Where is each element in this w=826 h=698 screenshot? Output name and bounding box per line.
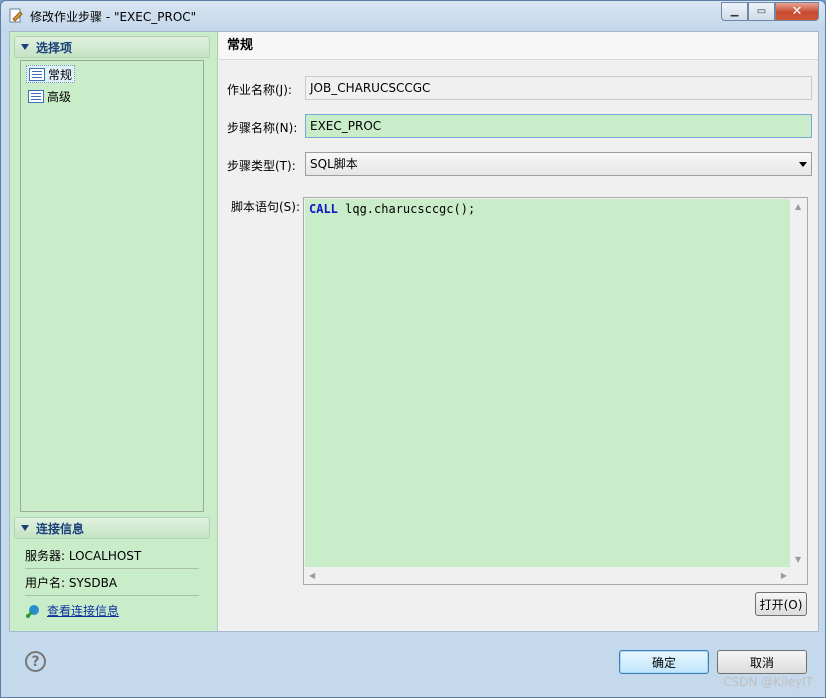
left-pane: 选择项 常规 高级 连接信息 服务器: LOCALHOST 用户名: SYSDB… [10,32,218,631]
scroll-left-icon[interactable]: ◀ [309,571,315,580]
step-name-input[interactable]: EXEC_PROC [305,114,812,138]
connection-icon [25,604,39,618]
tree-item-advanced[interactable]: 高级 [26,87,73,105]
edit-document-icon [9,8,23,23]
options-header-label: 选择项 [36,40,73,55]
scroll-right-icon[interactable]: ▶ [781,571,787,580]
watermark: CSDN @KileyIT [723,675,813,689]
collapse-triangle-icon [21,525,29,531]
title-bar[interactable]: 修改作业步骤 - "EXEC_PROC" ▁ ▭ ✕ [1,1,825,31]
user-info: 用户名: SYSDBA [25,569,199,596]
script-textarea[interactable]: CALL lqg.charucsccgc(); [305,199,791,567]
step-type-select[interactable]: SQL脚本 [305,152,812,176]
maximize-button[interactable]: ▭ [748,2,775,21]
page-icon [28,89,44,103]
page-icon [29,67,45,81]
window-title: 修改作业步骤 - "EXEC_PROC" [30,10,197,24]
script-editor: CALL lqg.charucsccgc(); ▲ ▼ ◀ ▶ [303,197,808,585]
view-connection-label: 查看连接信息 [47,604,120,618]
step-type-value: SQL脚本 [310,157,358,171]
tree-item-label: 常规 [48,67,73,82]
scroll-up-icon[interactable]: ▲ [795,202,801,211]
collapse-triangle-icon [21,44,29,50]
sql-statement: lqg.charucsccgc(); [337,202,476,216]
job-name-label: 作业名称(J): [227,83,292,97]
tree-item-general[interactable]: 常规 [26,65,76,83]
step-name-label: 步骤名称(N): [227,121,298,135]
step-type-label: 步骤类型(T): [227,159,296,173]
close-button[interactable]: ✕ [775,2,819,21]
help-icon[interactable]: ? [25,651,46,672]
page-title: 常规 [219,32,818,60]
scroll-down-icon[interactable]: ▼ [795,555,801,564]
window-controls: ▁ ▭ ✕ [721,2,819,21]
open-button[interactable]: 打开(O) [755,592,807,616]
options-section-header[interactable]: 选择项 [14,36,210,58]
view-connection-link[interactable]: 查看连接信息 [25,597,199,624]
vertical-scrollbar[interactable]: ▲ ▼ [790,198,807,568]
dropdown-arrow-icon [799,162,807,167]
minimize-button[interactable]: ▁ [721,2,748,21]
options-tree: 常规 高级 [20,60,204,512]
connection-header-label: 连接信息 [36,521,85,536]
job-name-field: JOB_CHARUCSCCGC [305,76,812,100]
horizontal-scrollbar[interactable]: ◀ ▶ [304,567,792,584]
tree-item-label: 高级 [47,89,72,104]
script-label: 脚本语句(S): [231,200,301,214]
server-info: 服务器: LOCALHOST [25,542,199,569]
right-pane: 常规 作业名称(J): JOB_CHARUCSCCGC 步骤名称(N): EXE… [219,32,818,631]
dialog-client-area: 选择项 常规 高级 连接信息 服务器: LOCALHOST 用户名: SYSDB… [9,31,819,632]
ok-button[interactable]: 确定 [619,650,709,674]
cancel-button[interactable]: 取消 [717,650,807,674]
connection-section-header[interactable]: 连接信息 [14,517,210,539]
sql-keyword: CALL [309,202,338,216]
dialog-window: 修改作业步骤 - "EXEC_PROC" ▁ ▭ ✕ 选择项 常规 高级 连接信… [0,0,826,698]
